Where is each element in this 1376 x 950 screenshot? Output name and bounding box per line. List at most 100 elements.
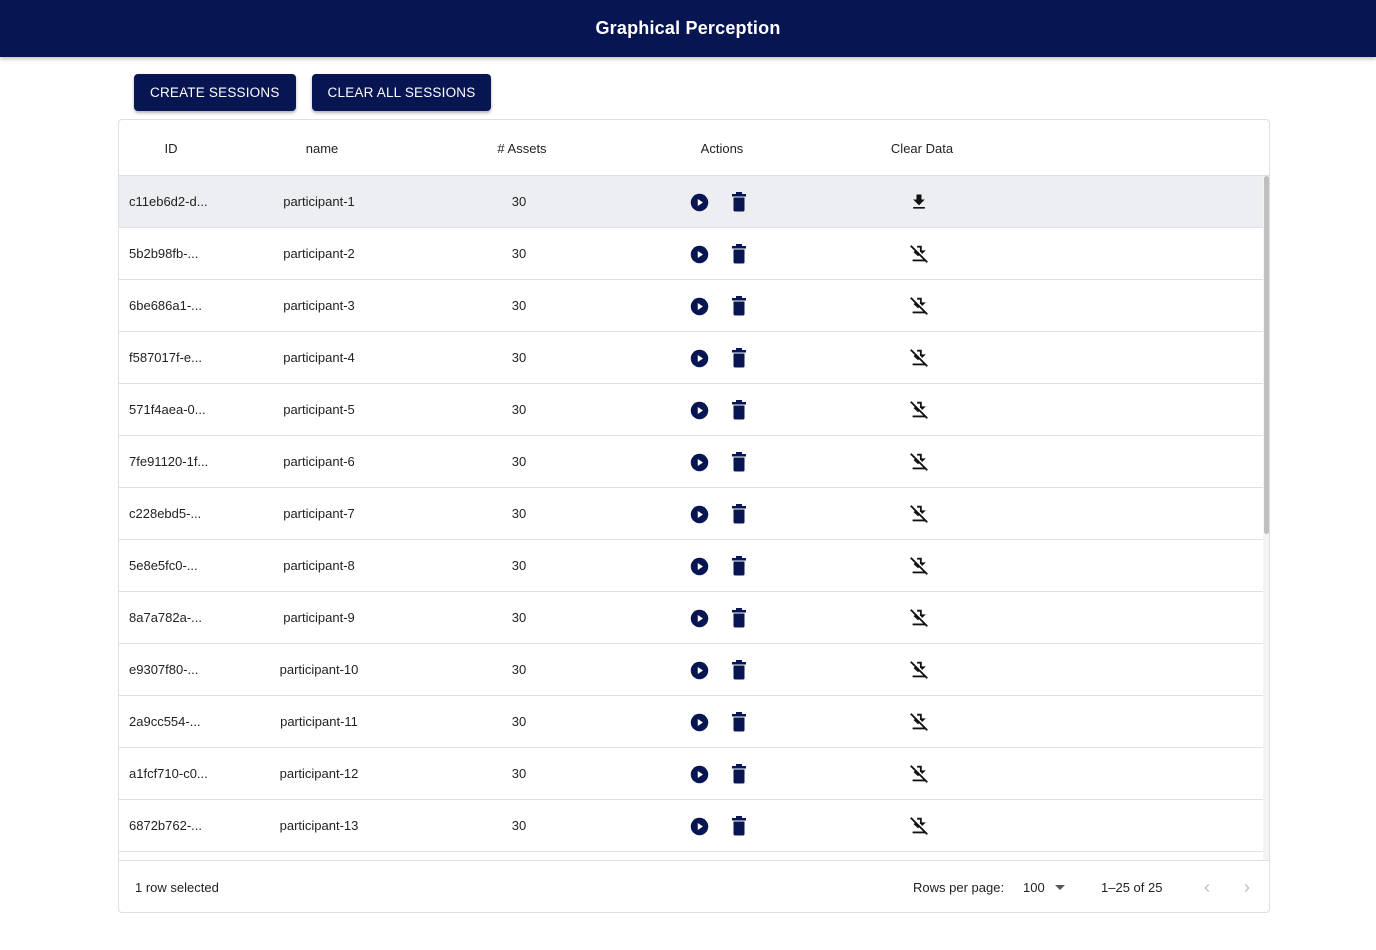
- play-circle-icon[interactable]: [687, 554, 711, 578]
- table-row[interactable]: c228ebd5-... participant-7 30: [119, 488, 1263, 540]
- cell-id: e9307f80-...: [129, 662, 199, 677]
- cell-actions: [679, 748, 769, 799]
- play-circle-icon[interactable]: [687, 762, 711, 786]
- file-download-off-icon[interactable]: [908, 763, 930, 785]
- trash-icon[interactable]: [727, 398, 751, 422]
- file-download-off-icon[interactable]: [908, 243, 930, 265]
- table-row[interactable]: 6be686a1-... participant-3 30: [119, 280, 1263, 332]
- file-download-off-icon[interactable]: [908, 295, 930, 317]
- cell-assets: 30: [511, 402, 527, 417]
- trash-icon[interactable]: [727, 502, 751, 526]
- cell-id: 6872b762-...: [129, 818, 203, 833]
- cell-name: participant-6: [283, 454, 355, 469]
- cell-assets: 30: [511, 610, 527, 625]
- trash-icon[interactable]: [727, 710, 751, 734]
- download-icon[interactable]: [909, 192, 929, 212]
- chevron-right-icon: [1239, 880, 1255, 896]
- play-circle-icon[interactable]: [687, 294, 711, 318]
- cell-actions: [679, 384, 769, 435]
- column-header-clear-data[interactable]: Clear Data: [872, 120, 972, 176]
- play-circle-icon[interactable]: [687, 398, 711, 422]
- cell-id: 5e8e5fc0-...: [129, 558, 198, 573]
- file-download-off-icon[interactable]: [908, 555, 930, 577]
- trash-icon[interactable]: [727, 762, 751, 786]
- vertical-scrollbar[interactable]: [1263, 176, 1269, 860]
- play-circle-icon[interactable]: [687, 450, 711, 474]
- table-row[interactable]: a1fcf710-c0... participant-12 30: [119, 748, 1263, 800]
- cell-assets: 30: [511, 506, 527, 521]
- cell-assets: 30: [511, 298, 527, 313]
- cell-clear-data: [899, 436, 939, 487]
- play-circle-icon[interactable]: [687, 606, 711, 630]
- file-download-off-icon[interactable]: [908, 659, 930, 681]
- rows-per-page-select[interactable]: 100: [1023, 861, 1065, 912]
- cell-assets: 30: [511, 246, 527, 261]
- column-header-actions[interactable]: Actions: [672, 120, 772, 176]
- cell-clear-data: [899, 332, 939, 383]
- play-circle-icon[interactable]: [687, 710, 711, 734]
- table-row[interactable]: e9307f80-... participant-10 30: [119, 644, 1263, 696]
- cell-actions: [679, 540, 769, 591]
- play-circle-icon[interactable]: [687, 502, 711, 526]
- create-sessions-button[interactable]: CREATE SESSIONS: [134, 74, 296, 111]
- play-circle-icon[interactable]: [687, 346, 711, 370]
- trash-icon[interactable]: [727, 450, 751, 474]
- cell-clear-data: [899, 228, 939, 279]
- play-circle-icon[interactable]: [687, 242, 711, 266]
- cell-name: participant-12: [279, 766, 359, 781]
- cell-actions: [679, 436, 769, 487]
- cell-actions: [679, 280, 769, 331]
- cell-id: 571f4aea-0...: [129, 402, 206, 417]
- cell-id: a1fcf710-c0...: [129, 766, 208, 781]
- cell-clear-data: [899, 488, 939, 539]
- cell-assets: 30: [511, 194, 527, 209]
- table-row[interactable]: 7fe91120-1f... participant-6 30: [119, 436, 1263, 488]
- file-download-off-icon[interactable]: [908, 711, 930, 733]
- cell-actions: [679, 800, 769, 851]
- file-download-off-icon[interactable]: [908, 607, 930, 629]
- table-row[interactable]: 6872b762-... participant-13 30: [119, 800, 1263, 852]
- cell-assets: 30: [511, 766, 527, 781]
- cell-name: participant-3: [283, 298, 355, 313]
- column-header-id[interactable]: ID: [141, 120, 201, 176]
- table-row[interactable]: 571f4aea-0... participant-5 30: [119, 384, 1263, 436]
- trash-icon[interactable]: [727, 242, 751, 266]
- cell-id: 5b2b98fb-...: [129, 246, 199, 261]
- file-download-off-icon[interactable]: [908, 451, 930, 473]
- trash-icon[interactable]: [727, 554, 751, 578]
- play-circle-icon[interactable]: [687, 814, 711, 838]
- trash-icon[interactable]: [727, 814, 751, 838]
- cell-clear-data: [899, 696, 939, 747]
- cell-assets: 30: [511, 818, 527, 833]
- trash-icon[interactable]: [727, 294, 751, 318]
- table-row[interactable]: c11eb6d2-d... participant-1 30: [119, 176, 1263, 228]
- table-row[interactable]: f587017f-e... participant-4 30: [119, 332, 1263, 384]
- file-download-off-icon[interactable]: [908, 347, 930, 369]
- trash-icon[interactable]: [727, 606, 751, 630]
- next-page-button[interactable]: [1239, 861, 1255, 912]
- column-header-name[interactable]: name: [272, 120, 372, 176]
- file-download-off-icon[interactable]: [908, 399, 930, 421]
- trash-icon[interactable]: [727, 190, 751, 214]
- clear-all-sessions-button[interactable]: CLEAR ALL SESSIONS: [311, 74, 492, 111]
- file-download-off-icon[interactable]: [908, 815, 930, 837]
- cell-actions: [679, 592, 769, 643]
- cell-name: participant-7: [283, 506, 355, 521]
- cell-clear-data: [899, 644, 939, 695]
- rows-per-page-label: Rows per page:: [913, 880, 1005, 895]
- play-circle-icon[interactable]: [687, 658, 711, 682]
- previous-page-button[interactable]: [1199, 861, 1215, 912]
- cell-actions: [679, 332, 769, 383]
- play-circle-icon[interactable]: [687, 190, 711, 214]
- file-download-off-icon[interactable]: [908, 503, 930, 525]
- cell-assets: 30: [511, 558, 527, 573]
- trash-icon[interactable]: [727, 346, 751, 370]
- table-row[interactable]: 8a7a782a-... participant-9 30: [119, 592, 1263, 644]
- trash-icon[interactable]: [727, 658, 751, 682]
- table-row[interactable]: 5e8e5fc0-... participant-8 30: [119, 540, 1263, 592]
- cell-actions: [679, 696, 769, 747]
- column-header-assets[interactable]: # Assets: [472, 120, 572, 176]
- scrollbar-thumb[interactable]: [1264, 176, 1269, 534]
- table-row[interactable]: 2a9cc554-... participant-11 30: [119, 696, 1263, 748]
- table-row[interactable]: 5b2b98fb-... participant-2 30: [119, 228, 1263, 280]
